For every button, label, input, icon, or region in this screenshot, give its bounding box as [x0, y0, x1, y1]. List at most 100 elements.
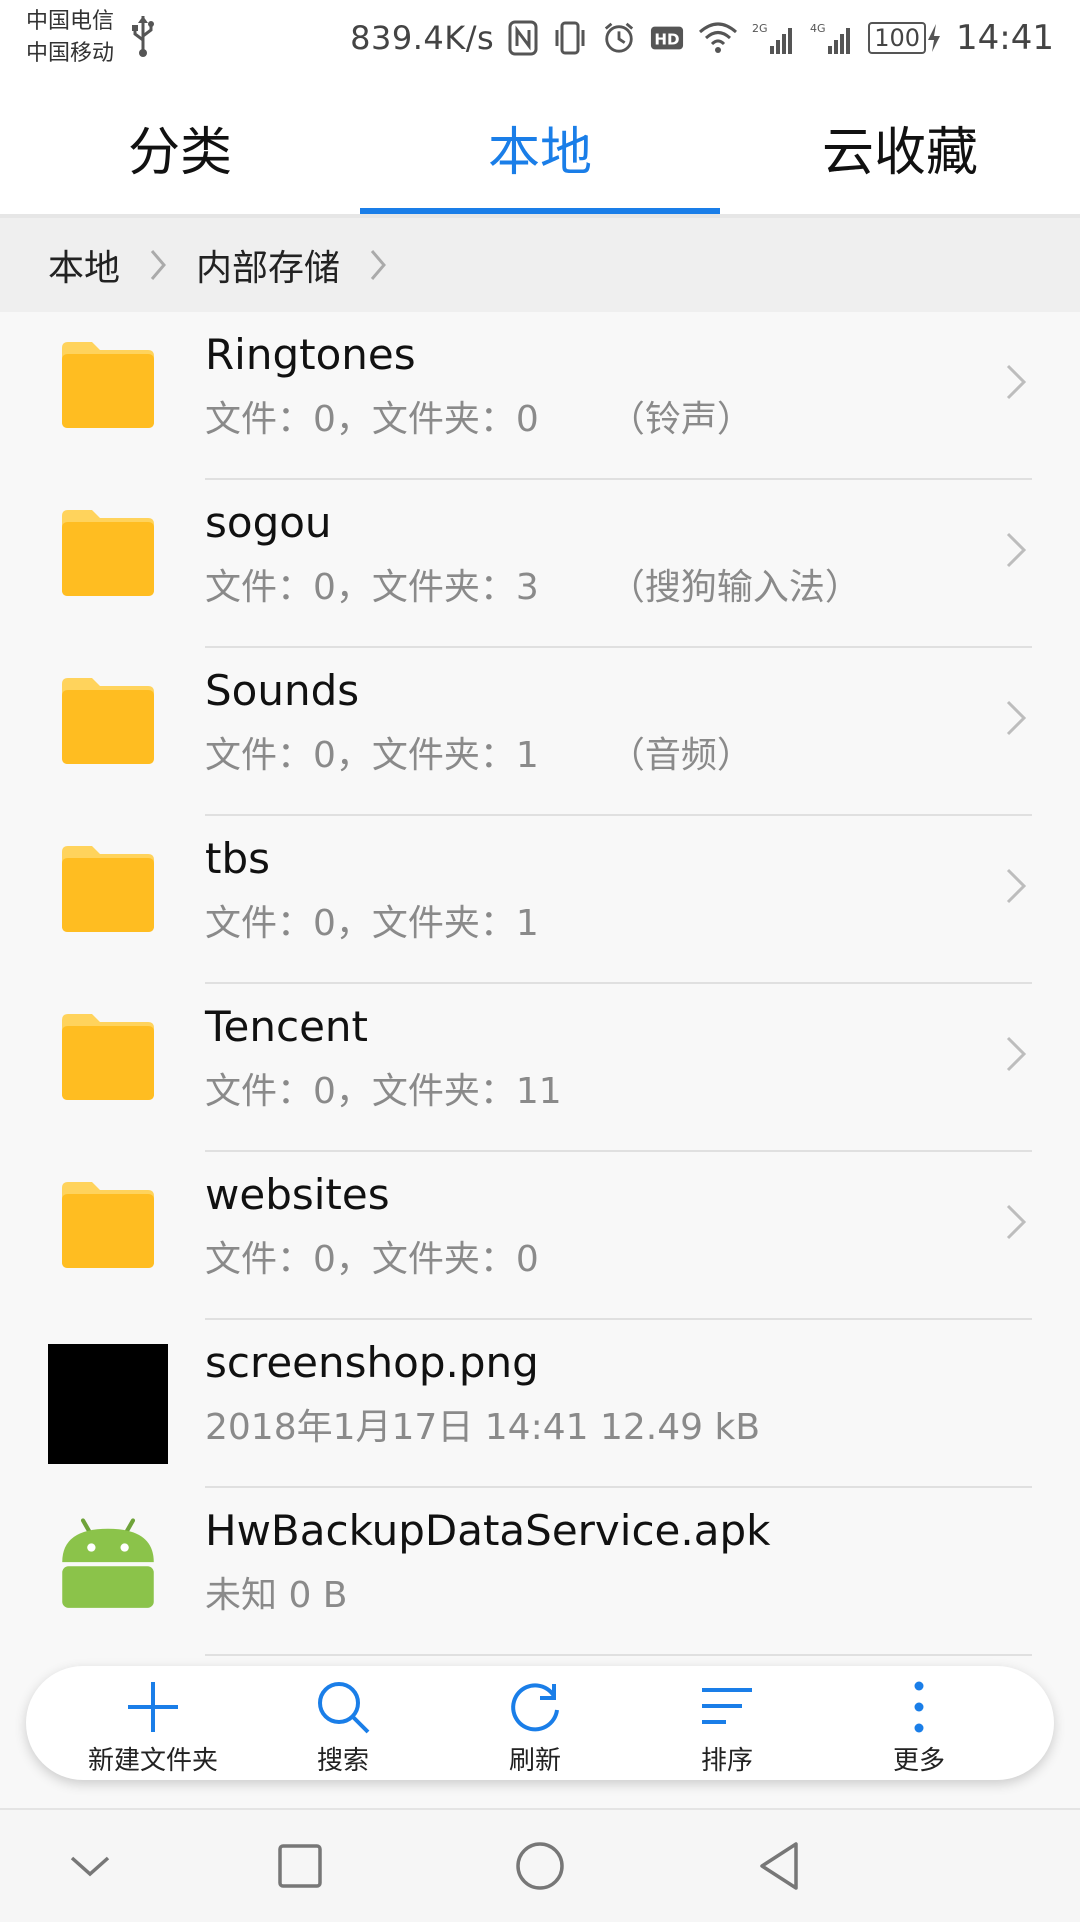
item-count: 文件：0，文件夹：1 — [205, 903, 539, 944]
item-description: （铃声） — [608, 399, 753, 440]
list-item[interactable]: Tencent 文件：0，文件夹：11 — [0, 984, 1080, 1152]
signal-2g-icon: 2G — [752, 22, 793, 54]
list-item[interactable]: sogou 文件：0，文件夹：3 （搜狗输入法） — [0, 480, 1080, 648]
more-icon — [914, 1681, 924, 1733]
item-name: Tencent — [205, 1002, 368, 1051]
search-icon — [318, 1682, 370, 1734]
folder-icon — [62, 1014, 154, 1100]
sort-icon — [702, 1688, 752, 1724]
svg-text:4G: 4G — [810, 22, 826, 35]
more-label: 更多 — [892, 1746, 945, 1776]
item-count: 文件：0，文件夹：1 — [205, 735, 539, 776]
breadcrumb-local[interactable]: 本地 — [48, 239, 120, 291]
refresh-button[interactable]: 刷新 — [440, 1676, 630, 1776]
chevron-right-icon — [1006, 1204, 1027, 1240]
home-icon[interactable] — [508, 1834, 572, 1898]
item-name: Sounds — [205, 666, 360, 715]
chevron-right-icon — [1006, 532, 1027, 568]
nfc-icon — [508, 20, 538, 56]
list-item[interactable]: HwBackupDataService.apk 未知 0 B — [0, 1488, 1080, 1656]
battery-indicator: 100 — [868, 20, 942, 56]
item-meta: 文件：0，文件夹：3 （搜狗输入法） — [205, 558, 861, 610]
divider — [205, 1654, 1032, 1656]
item-meta: 文件：0，文件夹：11 — [205, 1062, 562, 1114]
folder-icon — [62, 846, 154, 932]
item-meta: 文件：0，文件夹：1 （音频） — [205, 726, 753, 778]
folder-icon — [62, 342, 154, 428]
item-description: （音频） — [608, 735, 753, 776]
folder-icon — [62, 1182, 154, 1268]
carrier-2: 中国移动 — [26, 41, 115, 66]
tab-cloud-favorites[interactable]: 云收藏 — [720, 80, 1080, 214]
wifi-icon — [699, 22, 738, 53]
charging-icon — [928, 24, 941, 52]
chevron-right-icon — [1006, 1036, 1027, 1072]
bottom-action-bar: 新建文件夹 搜索 刷新 排序 更多 — [26, 1666, 1054, 1780]
list-item[interactable]: tbs 文件：0，文件夹：1 — [0, 816, 1080, 984]
battery-icon: 100 — [868, 22, 927, 54]
item-meta: 未知 0 B — [205, 1575, 348, 1616]
tab-local[interactable]: 本地 — [360, 80, 720, 214]
network-speed: 839.4K/s — [350, 19, 495, 57]
sort-label: 排序 — [700, 1746, 753, 1776]
item-count: 文件：0，文件夹：3 — [205, 567, 539, 608]
list-item[interactable]: Sounds 文件：0，文件夹：1 （音频） — [0, 648, 1080, 816]
item-count: 文件：0，文件夹：0 — [205, 1239, 539, 1280]
chevron-right-icon — [150, 250, 166, 280]
top-tab-bar: 分类 本地 云收藏 — [0, 80, 1080, 218]
search-label: 搜索 — [316, 1746, 369, 1776]
chevron-right-icon — [370, 250, 387, 280]
hd-icon: HD — [651, 26, 684, 50]
list-item[interactable]: websites 文件：0，文件夹：0 — [0, 1152, 1080, 1320]
battery-level: 100 — [874, 24, 921, 52]
breadcrumb: 本地 内部存储 — [0, 218, 1080, 312]
breadcrumb-internal-storage[interactable]: 内部存储 — [196, 239, 340, 291]
item-name: tbs — [205, 834, 271, 883]
usb-icon — [132, 16, 154, 57]
refresh-label: 刷新 — [508, 1746, 561, 1776]
svg-text:2G: 2G — [752, 22, 768, 35]
vibrate-icon — [555, 21, 585, 55]
sort-button[interactable]: 排序 — [632, 1676, 822, 1776]
chevron-down-icon[interactable] — [58, 1834, 122, 1898]
alarm-icon — [605, 22, 634, 53]
system-nav-bar — [0, 1808, 1080, 1922]
folder-icon — [62, 678, 154, 764]
item-description: （搜狗输入法） — [608, 567, 861, 608]
item-name: sogou — [205, 498, 332, 547]
list-item[interactable]: Ringtones 文件：0，文件夹：0 （铃声） — [0, 312, 1080, 480]
list-item[interactable]: screenshop.png 2018年1月17日 14:41 12.49 kB — [0, 1320, 1080, 1488]
new-folder-button[interactable]: 新建文件夹 — [58, 1676, 248, 1776]
item-meta: 2018年1月17日 14:41 12.49 kB — [205, 1407, 761, 1448]
search-button[interactable]: 搜索 — [248, 1676, 438, 1776]
item-meta: 文件：0，文件夹：0 （铃声） — [205, 390, 753, 442]
item-name: websites — [205, 1170, 390, 1219]
signal-4g-icon: 4G — [810, 22, 851, 54]
refresh-icon — [511, 1683, 559, 1732]
folder-icon — [62, 510, 154, 596]
item-meta: 文件：0，文件夹：1 — [205, 894, 539, 946]
more-button[interactable]: 更多 — [824, 1676, 1014, 1776]
plus-icon — [128, 1682, 178, 1732]
carrier-1: 中国电信 — [26, 9, 115, 34]
back-icon[interactable] — [748, 1834, 812, 1898]
chevron-right-icon — [1006, 364, 1027, 400]
carrier-info: 中国电信 中国移动 — [26, 6, 114, 70]
item-meta: 文件：0，文件夹：0 — [205, 1230, 539, 1282]
item-count: 文件：0，文件夹：11 — [205, 1071, 562, 1112]
chevron-right-icon — [1006, 700, 1027, 736]
chevron-right-icon — [1006, 868, 1027, 904]
active-tab-indicator — [360, 208, 720, 214]
item-name: HwBackupDataService.apk — [205, 1506, 771, 1555]
new-folder-label: 新建文件夹 — [87, 1746, 218, 1776]
android-apk-icon — [62, 1518, 154, 1608]
image-thumbnail — [48, 1344, 168, 1464]
item-name: Ringtones — [205, 330, 416, 379]
tab-category[interactable]: 分类 — [0, 80, 360, 214]
file-list: Ringtones 文件：0，文件夹：0 （铃声） sogou 文件：0，文件夹：… — [0, 312, 1080, 1656]
item-name: screenshop.png — [205, 1338, 539, 1387]
status-bar: 中国电信 中国移动 839.4K/s HD 2G 4G 100 14:41 — [0, 0, 1080, 80]
item-count: 文件：0，文件夹：0 — [205, 399, 539, 440]
svg-text:HD: HD — [655, 31, 680, 49]
recent-apps-icon[interactable] — [268, 1834, 332, 1898]
